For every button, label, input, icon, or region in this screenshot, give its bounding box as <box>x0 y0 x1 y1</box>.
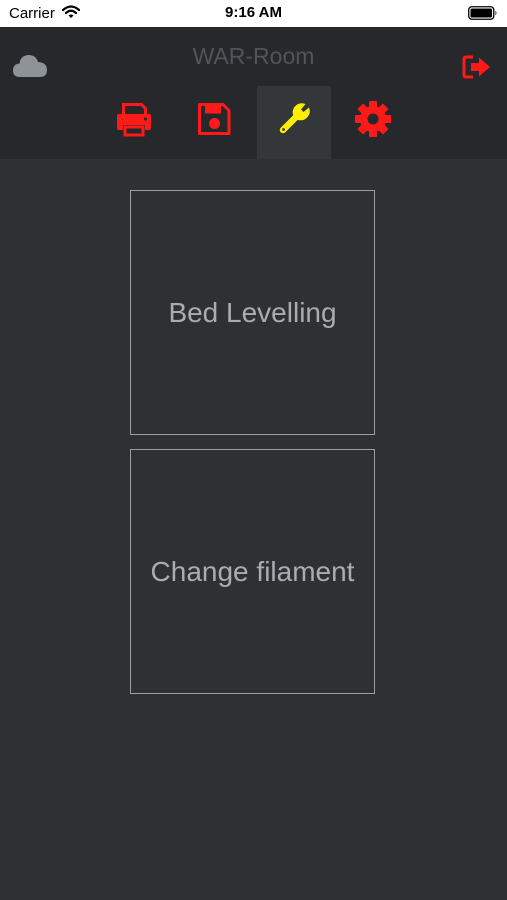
status-time: 9:16 AM <box>225 4 282 21</box>
tab-tools[interactable] <box>257 86 331 159</box>
bed-levelling-label: Bed Levelling <box>168 296 337 328</box>
wrench-icon <box>279 103 310 134</box>
app-title: WAR-Room <box>192 43 315 69</box>
tab-files[interactable] <box>177 86 251 159</box>
battery-icon <box>468 6 498 25</box>
gear-icon <box>355 101 391 137</box>
bed-levelling-button[interactable]: Bed Levelling <box>130 190 375 435</box>
logout-button[interactable] <box>461 54 493 85</box>
tab-settings[interactable] <box>336 86 410 159</box>
sign-out-icon <box>462 55 490 79</box>
printer-icon <box>117 103 151 137</box>
change-filament-label: Change filament <box>150 555 355 587</box>
app-header: WAR-Room <box>0 27 507 159</box>
change-filament-button[interactable]: Change filament <box>130 449 375 694</box>
status-bar: Carrier 9:16 AM <box>0 0 507 27</box>
floppy-disk-icon <box>198 103 231 135</box>
tab-print[interactable] <box>97 86 171 159</box>
